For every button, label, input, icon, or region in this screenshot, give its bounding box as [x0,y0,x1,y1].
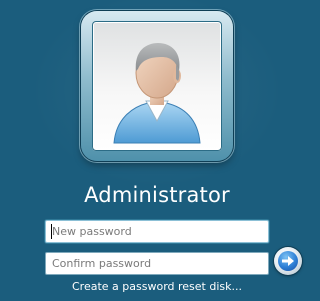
arrow-right-icon [282,256,294,266]
user-avatar-icon [113,43,201,144]
logon-screen: Administrator Create a password reset di… [0,0,314,301]
submit-button[interactable] [274,247,302,275]
user-tile [81,11,233,161]
user-name: Administrator [84,183,230,207]
confirm-password-input[interactable] [45,252,269,275]
user-picture [92,21,222,151]
reset-disk-link[interactable]: Create a password reset disk... [0,280,314,293]
new-password-input[interactable] [45,220,269,243]
text-caret [51,224,52,239]
